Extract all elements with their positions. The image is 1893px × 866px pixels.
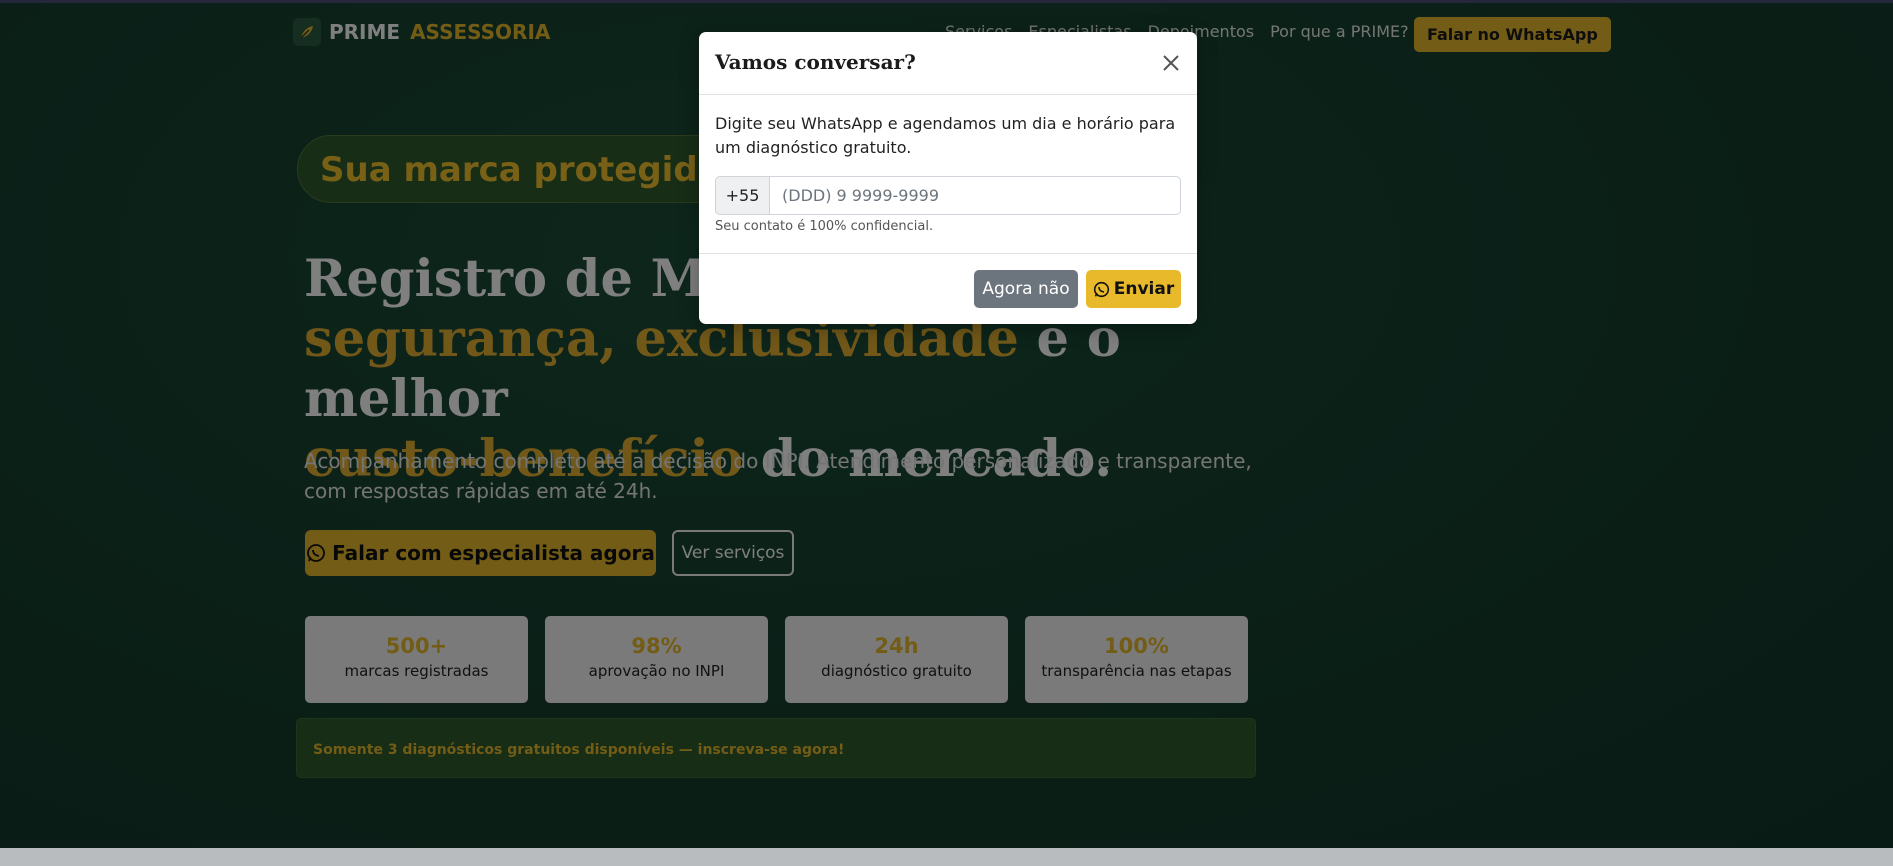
send-label: Enviar <box>1113 279 1175 299</box>
not-now-button[interactable]: Agora não <box>974 270 1078 308</box>
modal-description: Digite seu WhatsApp e agendamos um dia e… <box>715 114 1176 157</box>
modal-title: Vamos conversar? <box>715 50 916 74</box>
modal-footer: Agora não Enviar <box>699 254 1197 324</box>
confidential-help-text: Seu contato é 100% confidencial. <box>715 219 934 234</box>
modal-header: Vamos conversar? <box>699 32 1197 95</box>
whatsapp-icon <box>1093 281 1109 297</box>
modal-body: Digite seu WhatsApp e agendamos um dia e… <box>699 95 1197 254</box>
close-icon[interactable] <box>1159 51 1183 75</box>
whatsapp-phone-input[interactable] <box>770 176 1181 215</box>
whatsapp-modal: Vamos conversar? Digite seu WhatsApp e a… <box>699 32 1197 324</box>
phone-input-group: +55 <box>715 176 1181 215</box>
send-button[interactable]: Enviar <box>1086 270 1181 308</box>
country-code-prefix: +55 <box>715 176 770 215</box>
